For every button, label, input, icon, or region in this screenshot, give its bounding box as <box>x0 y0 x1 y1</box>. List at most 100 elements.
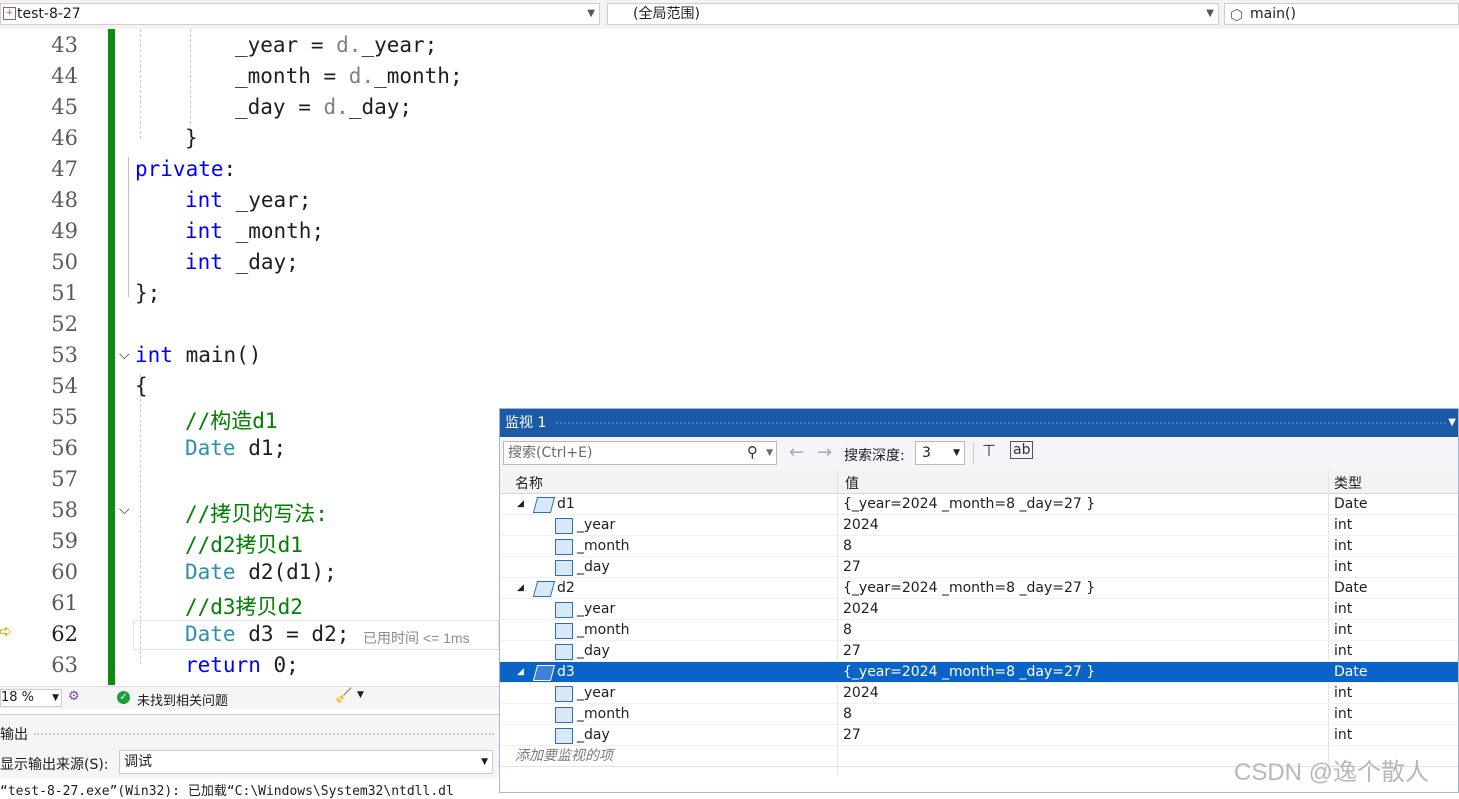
watch-item-type: int <box>1334 559 1353 575</box>
issues-status[interactable]: 未找到相关问题 <box>137 690 228 709</box>
zoom-value: 18 % <box>1 690 35 705</box>
private-member-icon <box>555 539 573 555</box>
add-watch-placeholder[interactable]: 添加要监视的项 <box>515 746 613 767</box>
code-line-58: //拷贝的写法: <box>185 502 328 526</box>
watch-title-bar[interactable]: 监视 1 ▼ <box>500 409 1458 437</box>
collapse-triangle-icon[interactable]: ◢ <box>517 578 524 599</box>
collapse-triangle-icon[interactable]: ◢ <box>517 662 524 683</box>
elapsed-time-hint: 已用时间 <= 1ms <box>363 630 470 646</box>
output-source-select[interactable]: 调试 ▼ <box>119 750 493 774</box>
private-member-icon <box>555 518 573 534</box>
function-name: main() <box>1250 6 1296 22</box>
line-number: 45 <box>51 95 78 119</box>
output-title: 输出 <box>0 727 28 743</box>
watch-row[interactable]: _day 27 int <box>500 641 1458 662</box>
watch-row[interactable]: _month 8 int <box>500 536 1458 557</box>
collapse-triangle-icon[interactable]: ◢ <box>517 494 524 515</box>
code-line-44: _month = d._month; <box>235 64 463 88</box>
column-name[interactable]: 名称 <box>515 473 543 493</box>
project-dropdown[interactable]: + test-8-27 ▼ <box>0 3 600 25</box>
function-icon: ⬡ <box>1230 6 1244 24</box>
watch-item-value: 2024 <box>843 517 879 533</box>
scope-name: (全局范围) <box>633 6 700 22</box>
column-value[interactable]: 值 <box>845 473 859 493</box>
output-source-label: 显示输出来源(S): <box>0 757 109 773</box>
search-icon[interactable]: ⚲ <box>747 441 758 463</box>
watch-item-value: 27 <box>843 727 861 743</box>
search-placeholder: 搜索(Ctrl+E) <box>508 445 593 461</box>
code-line-55: //构造d1 <box>185 409 278 433</box>
private-member-icon <box>555 728 573 744</box>
watch-row[interactable]: _month 8 int <box>500 704 1458 725</box>
chevron-down-icon[interactable]: ▼ <box>766 442 773 464</box>
watch-item-name: _month <box>577 706 630 722</box>
watermark: CSDN @逸个散人 <box>1234 759 1430 786</box>
watch-item-name: _year <box>577 685 616 701</box>
line-number: 47 <box>51 157 78 181</box>
column-type[interactable]: 类型 <box>1334 473 1362 493</box>
line-number: 60 <box>51 560 78 584</box>
watch-item-name: _day <box>577 727 610 743</box>
watch-item-value: 8 <box>843 706 852 722</box>
search-depth-select[interactable]: 3 ▼ <box>915 441 965 465</box>
function-dropdown[interactable]: ⬡ main() <box>1224 3 1459 25</box>
search-depth-value: 3 <box>922 445 931 461</box>
watch-item-type: int <box>1334 643 1353 659</box>
code-line-49: int _month; <box>185 219 325 243</box>
watch-row[interactable]: _year 2024 int <box>500 683 1458 704</box>
watch-item-name: d1 <box>557 496 575 512</box>
code-line-43: _year = d._year; <box>235 33 438 57</box>
watch-item-value: 2024 <box>843 601 879 617</box>
navigation-bar: + test-8-27 ▼ (全局范围) ▼ ⬡ main() <box>0 0 1459 30</box>
watch-search-input[interactable]: 搜索(Ctrl+E) ⚲ ▼ <box>503 441 777 465</box>
line-number: 61 <box>51 591 78 615</box>
fold-chevron-icon[interactable]: ⌵ <box>119 347 130 363</box>
private-member-icon <box>555 707 573 723</box>
search-depth-label: 搜索深度: <box>844 448 905 464</box>
watch-row[interactable]: _month 8 int <box>500 620 1458 641</box>
back-arrow-icon[interactable]: ← <box>789 442 804 463</box>
chevron-down-icon[interactable]: ▼ <box>357 690 364 700</box>
fold-chevron-icon[interactable]: ⌵ <box>119 502 130 518</box>
watch-item-value: 2024 <box>843 685 879 701</box>
watch-item-value: 8 <box>843 538 852 554</box>
line-number: 50 <box>51 250 78 274</box>
watch-row[interactable]: ◢ d1 {_year=2024 _month=8 _day=27 } Date <box>500 494 1458 515</box>
output-log-line: “test-8-27.exe”(Win32): 已加载“C:\Windows\S… <box>0 784 454 799</box>
watch-item-type: int <box>1334 601 1353 617</box>
toolbar-separator <box>973 442 974 464</box>
code-line-62: Date d3 = d2; <box>185 622 350 646</box>
forward-arrow-icon[interactable]: → <box>817 442 832 463</box>
copilot-icon[interactable]: ⚙ <box>68 689 80 704</box>
watch-row-selected[interactable]: ◢ d3 {_year=2024 _month=8 _day=27 } Date <box>500 662 1458 683</box>
watch-title: 监视 1 <box>505 415 547 431</box>
line-number: 55 <box>51 405 78 429</box>
watch-item-type: int <box>1334 727 1353 743</box>
watch-item-name: d2 <box>557 580 575 596</box>
watch-item-value: 8 <box>843 622 852 638</box>
editor-status-line: 18 % ▼ ⚙ ✓ 未找到相关问题 🧹 ▼ <box>0 686 500 709</box>
scope-dropdown[interactable]: (全局范围) ▼ <box>607 3 1219 25</box>
watch-row[interactable]: ◢ d2 {_year=2024 _month=8 _day=27 } Date <box>500 578 1458 599</box>
watch-item-value: 27 <box>843 643 861 659</box>
brush-icon[interactable]: 🧹 <box>335 688 352 704</box>
line-number: 49 <box>51 219 78 243</box>
watch-row[interactable]: _day 27 int <box>500 557 1458 578</box>
code-line-50: int _day; <box>185 250 299 274</box>
value-format-icon[interactable]: ab <box>1010 441 1034 459</box>
line-number: 53 <box>51 343 78 367</box>
watch-item-type: Date <box>1334 496 1368 512</box>
pin-icon[interactable]: ⊤ <box>982 441 996 460</box>
chevron-down-icon[interactable]: ▼ <box>1448 409 1456 437</box>
watch-row[interactable]: _year 2024 int <box>500 515 1458 536</box>
line-number: 43 <box>51 33 78 57</box>
code-line-59: //d2拷贝d1 <box>185 533 303 557</box>
watch-row[interactable]: _year 2024 int <box>500 599 1458 620</box>
title-grip <box>556 422 1446 424</box>
line-number: 44 <box>51 64 78 88</box>
zoom-dropdown[interactable]: 18 % ▼ <box>0 689 62 707</box>
watch-row[interactable]: _day 27 int <box>500 725 1458 746</box>
line-number: 48 <box>51 188 78 212</box>
code-line-51: }; <box>135 281 161 305</box>
object-icon <box>532 497 556 513</box>
